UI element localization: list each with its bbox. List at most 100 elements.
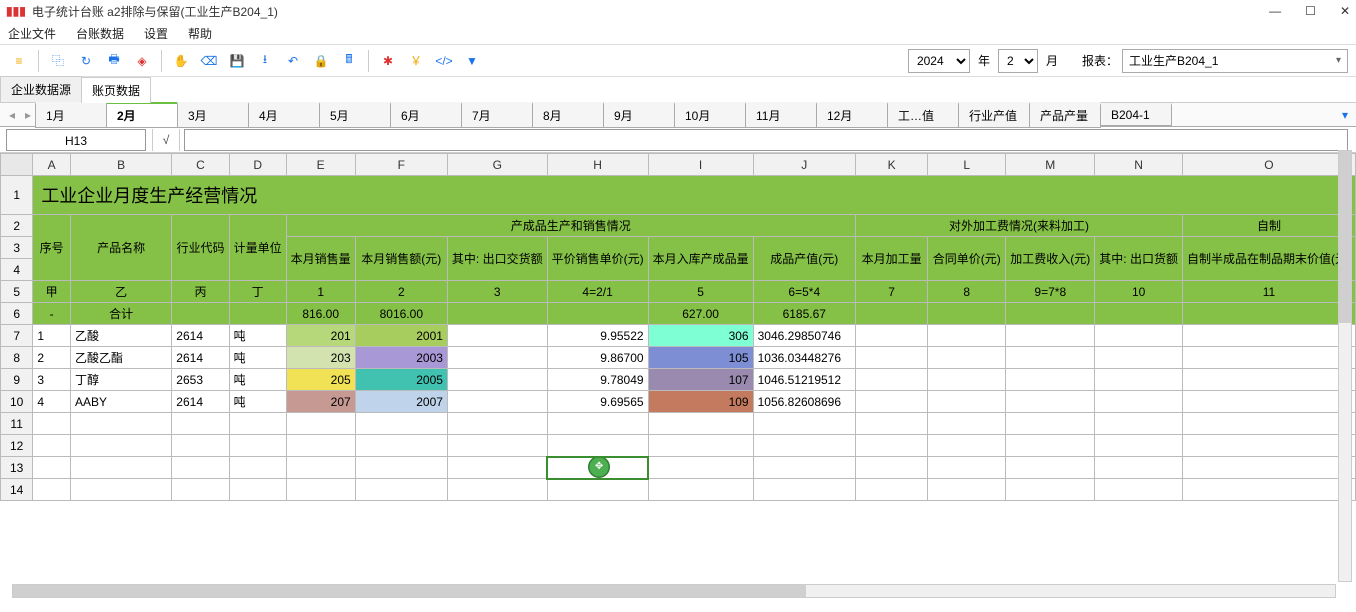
cell[interactable]: 吨 [229, 347, 286, 369]
cell[interactable]: - [33, 303, 71, 325]
cell[interactable]: 丙 [172, 281, 229, 303]
refresh-icon[interactable]: ↻ [75, 50, 97, 72]
row-header[interactable]: 1 [1, 176, 33, 215]
import-icon[interactable]: ⭳ [254, 50, 276, 72]
cell[interactable] [1095, 347, 1183, 369]
cell[interactable] [855, 435, 927, 457]
cell[interactable]: 自制 [1182, 215, 1355, 237]
sheet-tab-2[interactable]: 2月 [106, 102, 178, 128]
cell[interactable] [447, 435, 547, 457]
cell[interactable]: 2001 [355, 325, 447, 347]
cell[interactable]: 11 [1182, 281, 1355, 303]
cell[interactable] [1006, 303, 1095, 325]
sheet-tab-13[interactable]: 工…值 [887, 102, 959, 128]
cell[interactable] [172, 413, 229, 435]
col-header[interactable]: D [229, 154, 286, 176]
lock-icon[interactable]: 🔒 [310, 50, 332, 72]
cell[interactable]: 5 [648, 281, 753, 303]
cell[interactable] [547, 479, 648, 501]
cell[interactable] [855, 413, 927, 435]
cell[interactable]: 甲 [33, 281, 71, 303]
cell[interactable] [172, 435, 229, 457]
cell[interactable]: 自制半成品在制品期末价值(元) [1182, 237, 1355, 281]
cell[interactable]: 2614 [172, 391, 229, 413]
cell[interactable]: 6185.67 [753, 303, 855, 325]
cell[interactable]: 2007 [355, 391, 447, 413]
cell[interactable]: 1046.51219512 [753, 369, 855, 391]
cell[interactable]: 加工费收入(元) [1006, 237, 1095, 281]
cell[interactable]: 6=5*4 [753, 281, 855, 303]
cell[interactable] [447, 391, 547, 413]
cell[interactable] [547, 413, 648, 435]
cell[interactable]: 1 [33, 325, 71, 347]
cell[interactable]: 2 [355, 281, 447, 303]
close-button[interactable]: ✕ [1340, 4, 1350, 18]
cell[interactable] [855, 479, 927, 501]
cell[interactable] [33, 413, 71, 435]
cell[interactable] [447, 347, 547, 369]
cell[interactable] [1182, 391, 1355, 413]
row-header[interactable]: 5 [1, 281, 33, 303]
layers-icon[interactable]: ◈ [131, 50, 153, 72]
cell[interactable] [33, 479, 71, 501]
cell[interactable] [447, 369, 547, 391]
cell[interactable]: 产品名称 [71, 215, 172, 281]
cell[interactable]: 乙酸 [71, 325, 172, 347]
cell[interactable] [355, 479, 447, 501]
star-icon[interactable]: ✱ [377, 50, 399, 72]
menu-settings[interactable]: 设置 [140, 23, 172, 44]
cell[interactable] [33, 457, 71, 479]
row-header[interactable]: 4 [1, 259, 33, 281]
cell[interactable] [1182, 325, 1355, 347]
cell[interactable] [1006, 369, 1095, 391]
cell[interactable] [286, 457, 355, 479]
cell[interactable]: 2614 [172, 325, 229, 347]
cell[interactable]: 吨 [229, 325, 286, 347]
cell[interactable]: 丁 [229, 281, 286, 303]
cell[interactable] [172, 457, 229, 479]
cell[interactable] [1006, 435, 1095, 457]
cell[interactable]: 4 [33, 391, 71, 413]
cell[interactable] [229, 303, 286, 325]
cell[interactable]: 3046.29850746 [753, 325, 855, 347]
row-header[interactable]: 10 [1, 391, 33, 413]
cell[interactable] [928, 457, 1006, 479]
cell[interactable] [855, 347, 927, 369]
cell[interactable]: 吨 [229, 369, 286, 391]
cell[interactable]: 9=7*8 [1006, 281, 1095, 303]
print-icon[interactable]: 🖶 [103, 50, 125, 72]
row-header[interactable]: 8 [1, 347, 33, 369]
row-header[interactable]: 12 [1, 435, 33, 457]
cell[interactable]: 3 [447, 281, 547, 303]
cell[interactable]: 205 [286, 369, 355, 391]
cell[interactable] [928, 347, 1006, 369]
cell[interactable] [1182, 413, 1355, 435]
cell[interactable] [229, 457, 286, 479]
cell[interactable] [928, 391, 1006, 413]
sheet-tab-10[interactable]: 10月 [674, 102, 746, 128]
cell[interactable] [1095, 479, 1183, 501]
cell[interactable] [928, 325, 1006, 347]
sheet-tab-overflow[interactable]: ▾ [1334, 108, 1356, 122]
copy-icon[interactable]: ⿻ [47, 50, 69, 72]
col-header[interactable]: M [1006, 154, 1095, 176]
cell[interactable] [648, 413, 753, 435]
tab-page-data[interactable]: 账页数据 [81, 77, 151, 103]
cell[interactable]: 乙酸乙酯 [71, 347, 172, 369]
hand-icon[interactable]: ✋ [170, 50, 192, 72]
tab-enterprise-source[interactable]: 企业数据源 [0, 76, 82, 102]
cell[interactable] [355, 457, 447, 479]
cell[interactable]: 本月加工量 [855, 237, 927, 281]
col-header[interactable]: C [172, 154, 229, 176]
cell[interactable] [1095, 369, 1183, 391]
cell[interactable] [1095, 303, 1183, 325]
cell[interactable]: 合同单价(元) [928, 237, 1006, 281]
cell[interactable] [1182, 369, 1355, 391]
code-icon[interactable]: </> [433, 50, 455, 72]
cell[interactable] [753, 413, 855, 435]
cell[interactable] [229, 479, 286, 501]
cell[interactable] [71, 413, 172, 435]
cell[interactable]: 序号 [33, 215, 71, 281]
cell[interactable]: 本月销售额(元) [355, 237, 447, 281]
sheet-tab-6[interactable]: 6月 [390, 102, 462, 128]
